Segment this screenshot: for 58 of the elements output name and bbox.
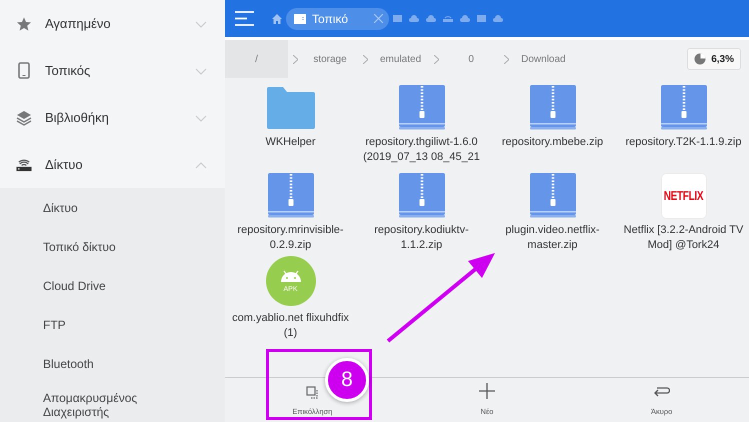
sidebar-item[interactable]: Τοπικός [45, 63, 195, 78]
breadcrumb[interactable]: 0 [443, 40, 500, 78]
storage-usage-badge[interactable]: 6,3% [687, 48, 741, 70]
file-name[interactable]: repository.mrinvisible-0.2.9.zip [228, 223, 352, 253]
sidebar-subitem[interactable]: Δίκτυο [43, 200, 78, 214]
folder-icon [266, 86, 316, 130]
zip-file-icon [528, 85, 576, 130]
chevron-down-icon[interactable] [195, 20, 207, 28]
step-number-badge: 8 [325, 358, 369, 402]
file-name[interactable]: plugin.video.netflix-master.zip [490, 223, 614, 253]
breadcrumb[interactable]: emulated [372, 40, 430, 78]
sidebar-subitem[interactable]: FTP [43, 318, 66, 332]
storage-icon[interactable] [393, 15, 402, 22]
breadcrumb[interactable]: storage [302, 40, 358, 78]
sidebar-subitem[interactable]: Απομακρυσμένος Διαχειριστής [43, 391, 183, 419]
chevron-right-icon [434, 54, 439, 64]
netflix-logo-icon: NETFLIX [662, 174, 706, 218]
sidebar-subitem[interactable]: Cloud Drive [43, 278, 106, 292]
sidebar-subitem[interactable]: Bluetooth [43, 356, 94, 370]
file-name[interactable]: repository.T2K-1.1.9.zip [622, 135, 746, 150]
paste-icon [306, 386, 319, 399]
breadcrumb[interactable]: / [225, 40, 288, 78]
file-name[interactable]: repository.thgiliwt-1.6.0 (2019_07_13 08_45_21 [360, 135, 484, 165]
sidebar-item[interactable]: Βιβλιοθήκη [45, 110, 195, 125]
zip-file-icon [528, 173, 576, 218]
storage-icon[interactable] [477, 15, 486, 22]
zip-file-icon [398, 85, 446, 130]
zip-file-icon [398, 173, 446, 218]
router-icon[interactable] [443, 15, 453, 22]
chevron-down-icon[interactable] [195, 68, 207, 74]
menu-icon[interactable] [235, 11, 254, 26]
chevron-right-icon [292, 54, 298, 64]
sidebar-item[interactable]: Δίκτυο [45, 157, 195, 172]
cloud-icon[interactable] [460, 15, 470, 22]
breadcrumb[interactable]: Download [513, 40, 574, 78]
layers-icon [16, 110, 32, 126]
router-icon [16, 157, 32, 172]
file-name[interactable]: com.yablio.net flixuhdfix (1) [228, 311, 352, 341]
zip-file-icon [266, 173, 314, 218]
file-name[interactable]: repository.kodiuktv-1.1.2.zip [360, 223, 484, 253]
file-name[interactable]: Netflix [3.2.2-Android TV Mod] @Tork24 [622, 223, 746, 253]
chevron-down-icon[interactable] [195, 114, 207, 122]
sd-card-icon [294, 14, 306, 24]
cloud-icon[interactable] [493, 15, 503, 22]
sidebar-subitem[interactable]: Τοπικό δίκτυο [43, 240, 116, 254]
close-icon[interactable] [374, 14, 383, 23]
plus-icon [479, 383, 495, 399]
phone-icon [18, 62, 30, 79]
return-icon [653, 387, 670, 399]
file-name[interactable]: repository.mbebe.zip [490, 135, 614, 150]
sidebar-item[interactable]: Αγαπημένο [45, 16, 195, 31]
zip-file-icon [660, 85, 708, 130]
chevron-right-icon [362, 54, 368, 64]
chevron-up-icon[interactable] [195, 162, 207, 168]
file-name[interactable]: WKHelper [228, 135, 352, 150]
star-icon [16, 16, 32, 32]
home-icon[interactable] [272, 14, 282, 24]
chevron-right-icon [504, 54, 509, 64]
